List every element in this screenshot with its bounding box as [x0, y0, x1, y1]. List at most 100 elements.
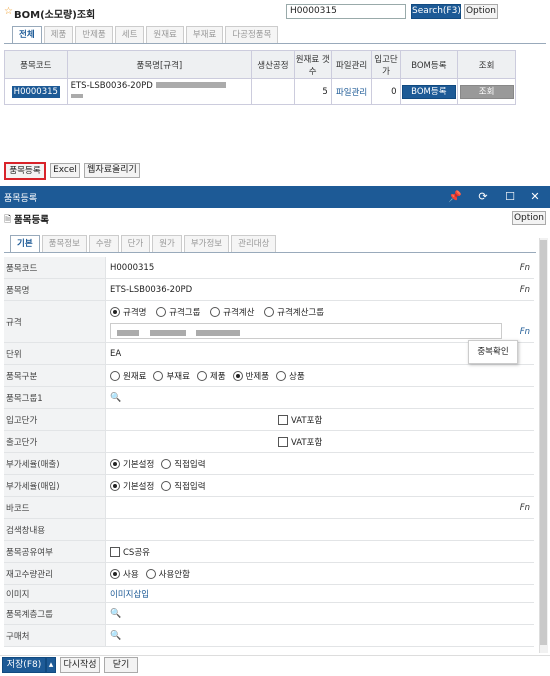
item-register-button[interactable]: 품목등록	[4, 162, 46, 180]
dialog-tab-divider	[4, 252, 536, 253]
tab-additional-info[interactable]: 부가정보	[183, 235, 230, 253]
spec-input[interactable]	[110, 323, 502, 339]
star-icon[interactable]: ☆	[4, 6, 13, 17]
tab-set[interactable]: 세트	[114, 26, 145, 44]
row-item-name: 품목명 ETS-LSB0036-20PD Fn	[4, 279, 534, 301]
tab-sub-material[interactable]: 부재료	[185, 26, 224, 44]
item-name-cell[interactable]: ETS-LSB0036-20PD	[71, 81, 153, 91]
search-icon[interactable]: 🔍	[110, 631, 121, 641]
item-code-cell[interactable]: H0000315	[11, 85, 60, 98]
save-button[interactable]: 저장(F8)	[2, 657, 46, 673]
save-dropdown-icon[interactable]: ▴	[46, 657, 56, 673]
spec-calc-radio[interactable]: 규격계산	[210, 306, 254, 318]
item-name-value[interactable]: ETS-LSB0036-20PD	[110, 285, 192, 295]
row-out-price: 출고단가 VAT포함	[4, 431, 534, 453]
in-price-input[interactable]: VAT포함	[110, 409, 534, 430]
stock-not-use-radio[interactable]: 사용안함	[145, 568, 190, 580]
out-price-input[interactable]: VAT포함	[110, 431, 534, 452]
close-button[interactable]: 닫기	[104, 657, 138, 673]
insert-image-link[interactable]: 이미지삽입	[110, 588, 149, 600]
blurred-spec	[117, 329, 139, 336]
in-price-label: 입고단가	[4, 409, 106, 430]
col-bom[interactable]: BOM등록	[399, 50, 459, 79]
tab-item-info[interactable]: 품목정보	[41, 235, 87, 253]
tab-management[interactable]: 관리대상	[231, 235, 277, 253]
tab-basic[interactable]: 기본	[10, 235, 40, 253]
search-icon[interactable]: 🔍	[110, 609, 121, 619]
tab-cost[interactable]: 원가	[152, 235, 182, 253]
item-table: 품목코드 품목명[규격] 생산공정 원재료 갯수 파일관리 입고단가 BOM등록…	[4, 50, 516, 105]
in-vat-checkbox[interactable]: VAT포함	[278, 414, 322, 426]
vat-purchase-default-radio[interactable]: 기본설정	[110, 480, 154, 492]
web-upload-button[interactable]: 웹자료올리기	[84, 163, 140, 178]
tab-quantity[interactable]: 수량	[88, 235, 119, 253]
item-group1-label: 품목그룹1	[4, 387, 106, 408]
col-process[interactable]: 생산공정	[251, 50, 295, 79]
maximize-icon[interactable]: ☐	[503, 190, 517, 203]
vat-sales-direct-radio[interactable]: 직접입력	[161, 458, 206, 470]
tab-unit-price[interactable]: 단가	[120, 235, 151, 253]
spec-calc-group-radio[interactable]: 규격계산그룹	[264, 306, 324, 318]
fn-button[interactable]: Fn	[520, 327, 530, 337]
out-vat-checkbox[interactable]: VAT포함	[278, 436, 322, 448]
row-image: 이미지 이미지삽입	[4, 585, 534, 603]
col-item-code[interactable]: 품목코드	[4, 50, 68, 79]
spec-group-radio[interactable]: 규격그룹	[156, 306, 200, 318]
tab-raw-material[interactable]: 원재료	[146, 26, 184, 44]
excel-button[interactable]: Excel	[50, 163, 80, 178]
col-in-price[interactable]: 입고단가	[371, 50, 401, 79]
vat-sales-default-radio[interactable]: 기본설정	[110, 458, 154, 470]
tab-product[interactable]: 제품	[43, 26, 74, 44]
goods-radio[interactable]: 상품	[276, 370, 305, 382]
col-view[interactable]: 조회	[457, 50, 516, 79]
search-text-input[interactable]	[110, 519, 534, 540]
cs-share-checkbox[interactable]: CS공유	[110, 546, 150, 558]
rewrite-button[interactable]: 다시작성	[60, 657, 100, 673]
fn-button[interactable]: Fn	[520, 285, 530, 295]
sub-material-radio[interactable]: 부재료	[153, 370, 190, 382]
barcode-input[interactable]: Fn	[110, 497, 534, 518]
bom-query-window: ☆ BOM(소모량)조회 H0000315 Search(F3) Option …	[0, 0, 550, 182]
col-item-name[interactable]: 품목명[규격]	[66, 50, 253, 79]
row-purchase-place: 구매처 🔍	[4, 625, 534, 647]
vat-purchase-direct-radio[interactable]: 직접입력	[161, 480, 206, 492]
hierarchy-group-label: 품목계층그룹	[4, 603, 106, 624]
search-input[interactable]: H0000315	[286, 4, 406, 19]
tab-multi-process[interactable]: 다공정품목	[225, 26, 279, 44]
tab-semi-product[interactable]: 반제품	[75, 26, 113, 44]
hierarchy-group-input[interactable]: 🔍	[110, 603, 534, 624]
row-item-type: 품목구분 원재료 부재료 제품 반제품 상품	[4, 365, 534, 387]
row-unit: 단위 EA	[4, 343, 534, 365]
unit-value[interactable]: EA	[110, 349, 121, 359]
tab-all[interactable]: 전체	[12, 26, 42, 44]
view-button[interactable]: 조회	[459, 84, 514, 99]
item-code-label: 품목코드	[4, 257, 106, 278]
dialog-option-button[interactable]: Option	[512, 211, 546, 225]
search-icon[interactable]: 🔍	[110, 393, 121, 403]
table-row[interactable]: H0000315 ETS-LSB0036-20PD 5 파일관리 0 BOM등록…	[4, 78, 516, 105]
item-group1-input[interactable]: 🔍	[110, 387, 534, 408]
pin-icon[interactable]: 📌	[448, 190, 462, 203]
fn-button[interactable]: Fn	[520, 503, 530, 513]
option-button[interactable]: Option	[464, 4, 498, 19]
stock-mgmt-label: 재고수량관리	[4, 563, 106, 584]
close-icon[interactable]: ✕	[528, 190, 542, 203]
scrollbar-thumb[interactable]	[540, 240, 547, 645]
duplicate-check-button[interactable]: 중복확인	[468, 340, 518, 364]
fn-button[interactable]: Fn	[520, 263, 530, 273]
stock-use-radio[interactable]: 사용	[110, 568, 139, 580]
footer-divider	[0, 655, 550, 656]
spec-name-radio[interactable]: 규격명	[110, 306, 146, 318]
semi-product-radio[interactable]: 반제품	[232, 370, 269, 382]
bom-register-button[interactable]: BOM등록	[401, 84, 456, 99]
col-file[interactable]: 파일관리	[330, 50, 373, 79]
item-code-value[interactable]: H0000315	[110, 263, 154, 273]
product-radio[interactable]: 제품	[196, 370, 226, 382]
file-manage-link[interactable]: 파일관리	[336, 88, 367, 98]
col-material-count[interactable]: 원재료 갯수	[293, 50, 332, 79]
raw-material-radio[interactable]: 원재료	[110, 370, 146, 382]
purchase-place-input[interactable]: 🔍	[110, 625, 534, 646]
search-button[interactable]: Search(F3)	[411, 4, 461, 19]
refresh-icon[interactable]: ⟳	[476, 190, 490, 203]
vat-purchase-label: 부가세율(매입)	[4, 475, 106, 496]
